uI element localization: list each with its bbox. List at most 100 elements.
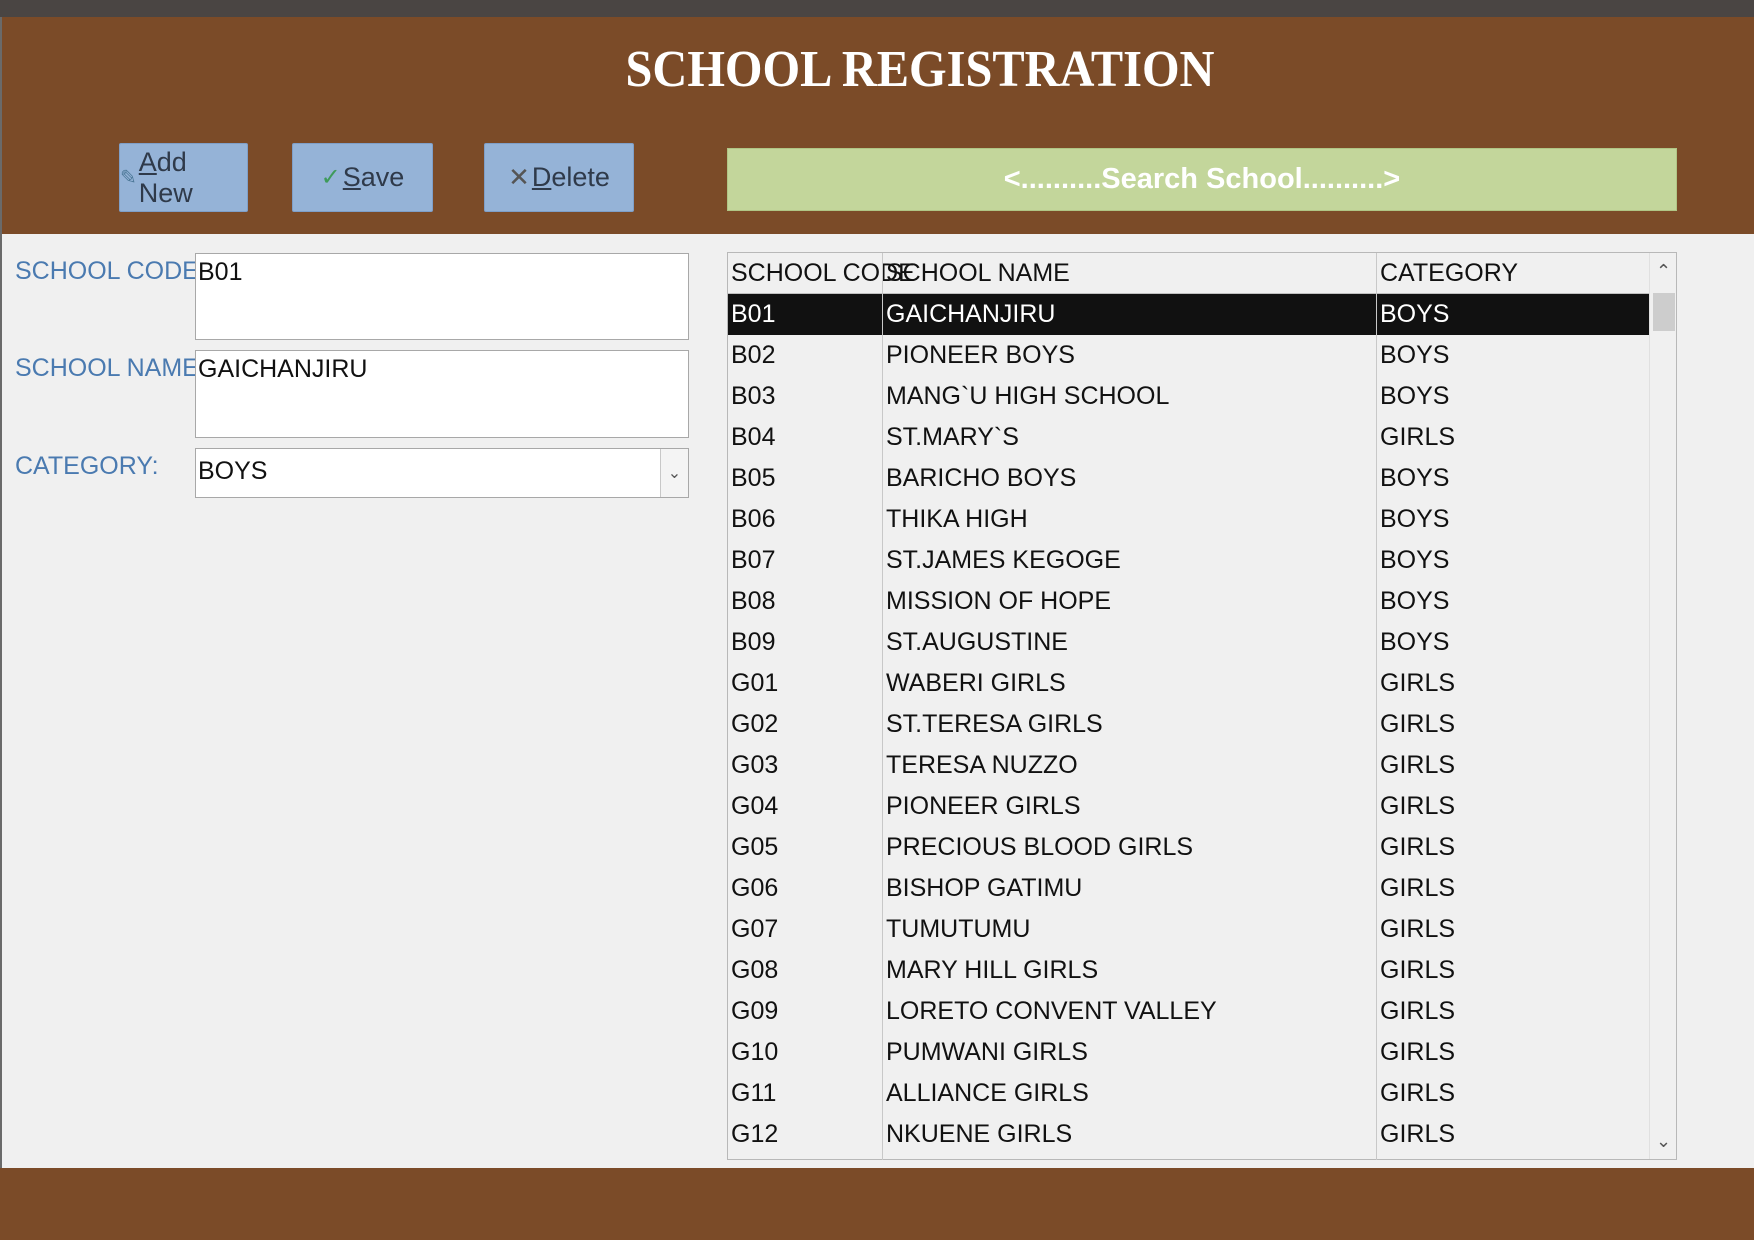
cell-school-code: B07 <box>731 546 776 574</box>
table-row[interactable]: B09 ST.AUGUSTINE BOYS <box>728 622 1650 663</box>
table-row[interactable]: G07 TUMUTUMU GIRLS <box>728 909 1650 950</box>
cell-school-name: NKUENE GIRLS <box>886 1120 1073 1148</box>
cell-school-code: G09 <box>731 997 779 1025</box>
cell-school-code: G10 <box>731 1038 779 1066</box>
table-row[interactable]: B03 MANG`U HIGH SCHOOL BOYS <box>728 376 1650 417</box>
search-school-button[interactable]: <..........Search School..........> <box>727 148 1677 211</box>
cell-category: BOYS <box>1380 341 1450 369</box>
cell-school-name: PIONEER BOYS <box>886 341 1075 369</box>
cell-category: GIRLS <box>1380 1079 1456 1107</box>
cell-school-name: THIKA HIGH <box>886 505 1028 533</box>
table-row[interactable]: B02 PIONEER BOYS BOYS <box>728 335 1650 376</box>
cell-category: GIRLS <box>1380 710 1456 738</box>
column-divider <box>1376 294 1377 1160</box>
cell-school-name: GAICHANJIRU <box>886 300 1056 328</box>
cell-category: BOYS <box>1380 587 1450 615</box>
cell-school-code: G07 <box>731 915 779 943</box>
category-select[interactable]: BOYS ⌄ <box>195 448 689 498</box>
save-button[interactable]: ✓ Save <box>292 143 433 212</box>
cell-school-code: B04 <box>731 423 776 451</box>
table-row[interactable]: B05 BARICHO BOYS BOYS <box>728 458 1650 499</box>
cell-school-code: G11 <box>731 1079 777 1107</box>
cell-school-code: G02 <box>731 710 779 738</box>
cell-school-name: MISSION OF HOPE <box>886 587 1112 615</box>
list-scrollbar[interactable]: ⌃ ⌄ <box>1649 253 1676 1159</box>
scrollbar-thumb[interactable] <box>1653 293 1675 331</box>
cell-category: GIRLS <box>1380 669 1456 697</box>
column-divider <box>882 294 883 1160</box>
cell-category: BOYS <box>1380 300 1450 328</box>
column-header-category[interactable]: CATEGORY <box>1377 253 1649 293</box>
school-code-field[interactable]: B01 <box>195 253 689 340</box>
table-row[interactable]: G03 TERESA NUZZO GIRLS <box>728 745 1650 786</box>
cell-school-name: BARICHO BOYS <box>886 464 1077 492</box>
table-row[interactable]: B08 MISSION OF HOPE BOYS <box>728 581 1650 622</box>
cell-school-name: ALLIANCE GIRLS <box>886 1079 1089 1107</box>
cell-school-name: TUMUTUMU <box>886 915 1031 943</box>
cell-category: BOYS <box>1380 464 1450 492</box>
table-row[interactable]: B04 ST.MARY`S GIRLS <box>728 417 1650 458</box>
chevron-down-icon[interactable]: ⌄ <box>1650 1123 1677 1159</box>
table-row[interactable]: G11 ALLIANCE GIRLS GIRLS <box>728 1073 1650 1114</box>
table-row[interactable]: G05 PRECIOUS BLOOD GIRLS GIRLS <box>728 827 1650 868</box>
cell-category: GIRLS <box>1380 1038 1456 1066</box>
chevron-down-icon[interactable]: ⌄ <box>660 449 688 497</box>
cell-school-name: ST.MARY`S <box>886 423 1019 451</box>
table-row[interactable]: B06 THIKA HIGH BOYS <box>728 499 1650 540</box>
column-header-school-name[interactable]: SCHOOL NAME <box>883 253 1377 293</box>
add-new-button[interactable]: ✎ Add New <box>119 143 248 212</box>
cell-category: GIRLS <box>1380 1120 1456 1148</box>
category-value: BOYS <box>198 457 268 485</box>
cell-school-code: G12 <box>731 1120 779 1148</box>
school-name-label: SCHOOL NAME <box>15 354 199 382</box>
save-label: Save <box>342 162 405 192</box>
cell-school-name: LORETO CONVENT VALLEY <box>886 997 1217 1025</box>
cell-school-name: TERESA NUZZO <box>886 751 1078 779</box>
cell-school-name: BISHOP GATIMU <box>886 874 1083 902</box>
table-row[interactable]: G12 NKUENE GIRLS GIRLS <box>728 1114 1650 1155</box>
cell-school-name: WABERI GIRLS <box>886 669 1066 697</box>
cell-school-name: ST.TERESA GIRLS <box>886 710 1103 738</box>
cell-school-name: PIONEER GIRLS <box>886 792 1081 820</box>
cell-category: GIRLS <box>1380 833 1456 861</box>
cell-school-code: G05 <box>731 833 779 861</box>
window-top-bar <box>0 0 1754 17</box>
cell-category: GIRLS <box>1380 997 1456 1025</box>
table-row[interactable]: G01 WABERI GIRLS GIRLS <box>728 663 1650 704</box>
table-row[interactable]: G06 BISHOP GATIMU GIRLS <box>728 868 1650 909</box>
cell-school-code: B01 <box>731 300 776 328</box>
table-row[interactable]: G02 ST.TERESA GIRLS GIRLS <box>728 704 1650 745</box>
cell-school-code: B08 <box>731 587 776 615</box>
table-row[interactable]: G09 LORETO CONVENT VALLEY GIRLS <box>728 991 1650 1032</box>
cell-school-name: MANG`U HIGH SCHOOL <box>886 382 1170 410</box>
cell-school-code: B02 <box>731 341 776 369</box>
cell-school-code: G06 <box>731 874 779 902</box>
cell-category: GIRLS <box>1380 915 1456 943</box>
school-name-field[interactable]: GAICHANJIRU <box>195 350 689 438</box>
window-edge <box>0 17 2 1240</box>
delete-label: Delete <box>531 162 610 192</box>
add-new-label: Add New <box>138 146 193 208</box>
cell-category: GIRLS <box>1380 792 1456 820</box>
chevron-up-icon[interactable]: ⌃ <box>1650 253 1677 289</box>
cell-school-code: B09 <box>731 628 776 656</box>
table-row[interactable]: G04 PIONEER GIRLS GIRLS <box>728 786 1650 827</box>
cell-category: BOYS <box>1380 382 1450 410</box>
table-row[interactable]: B07 ST.JAMES KEGOGE BOYS <box>728 540 1650 581</box>
column-divider <box>882 253 883 293</box>
cell-school-code: B05 <box>731 464 776 492</box>
school-list[interactable]: SCHOOL CODE SCHOOL NAME CATEGORY B01 GAIC… <box>727 252 1677 1160</box>
cell-category: GIRLS <box>1380 874 1456 902</box>
column-header-school-code[interactable]: SCHOOL CODE <box>728 253 915 293</box>
school-code-label: SCHOOL CODE <box>15 257 199 285</box>
cell-school-code: G08 <box>731 956 779 984</box>
table-row[interactable]: G08 MARY HILL GIRLS GIRLS <box>728 950 1650 991</box>
table-row[interactable]: B01 GAICHANJIRU BOYS <box>728 294 1650 335</box>
page-title: SCHOOL REGISTRATION <box>625 41 1215 98</box>
cell-school-name: PRECIOUS BLOOD GIRLS <box>886 833 1194 861</box>
cell-category: GIRLS <box>1380 956 1456 984</box>
table-row[interactable]: G10 PUMWANI GIRLS GIRLS <box>728 1032 1650 1073</box>
cell-school-name: MARY HILL GIRLS <box>886 956 1099 984</box>
cell-school-name: ST.JAMES KEGOGE <box>886 546 1121 574</box>
delete-button[interactable]: ✕ Delete <box>484 143 634 212</box>
